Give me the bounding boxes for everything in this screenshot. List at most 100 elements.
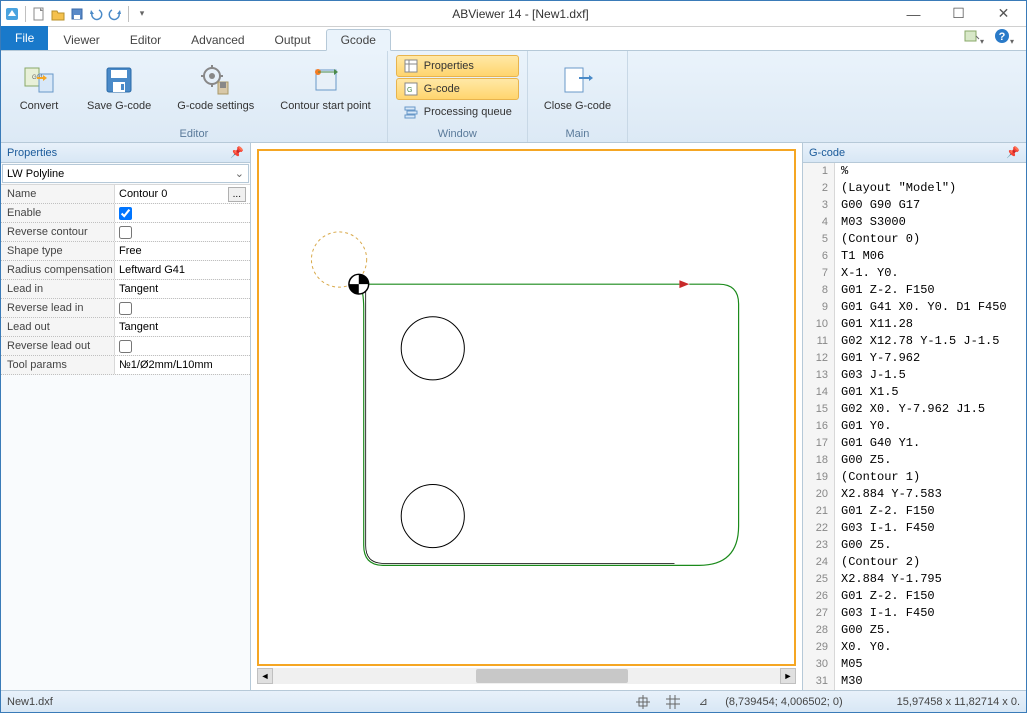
close-gcode-button[interactable]: Close G-code xyxy=(536,60,619,116)
property-value[interactable] xyxy=(115,204,250,222)
canvas[interactable] xyxy=(257,149,796,666)
property-checkbox[interactable] xyxy=(119,226,132,239)
scroll-left-button[interactable]: ◄ xyxy=(257,668,273,684)
help-icon[interactable]: ?▾ xyxy=(994,28,1014,47)
gcode-line-number: 1 xyxy=(803,163,835,180)
gcode-line-text: G01 G40 Y1. xyxy=(835,435,920,452)
pin-icon[interactable]: 📌 xyxy=(230,146,244,159)
gcode-line[interactable]: 24(Contour 2) xyxy=(803,554,1026,571)
tab-viewer[interactable]: Viewer xyxy=(48,28,114,50)
gcode-line[interactable]: 7X-1. Y0. xyxy=(803,265,1026,282)
new-icon[interactable] xyxy=(31,6,47,22)
property-input[interactable] xyxy=(119,188,228,200)
gcode-line[interactable]: 6T1 M06 xyxy=(803,248,1026,265)
property-label: Reverse lead out xyxy=(1,337,115,355)
pin-icon[interactable]: 📌 xyxy=(1006,146,1020,159)
gcode-line[interactable]: 22G03 I-1. F450 xyxy=(803,520,1026,537)
gcode-panel-header: G-code 📌 xyxy=(803,143,1026,163)
property-browse-button[interactable]: ... xyxy=(228,187,246,202)
gcode-line-text: T1 M06 xyxy=(835,248,884,265)
tab-gcode[interactable]: Gcode xyxy=(326,29,391,51)
gcode-line-text: G01 G41 X0. Y0. D1 F450 xyxy=(835,299,1007,316)
minimize-button[interactable]: — xyxy=(891,1,936,27)
ortho-icon[interactable]: ⊿ xyxy=(695,694,711,710)
property-value[interactable]: Tangent xyxy=(115,280,250,298)
property-value[interactable]: №1/Ø2mm/L10mm xyxy=(115,356,250,374)
property-value[interactable]: Leftward G41 xyxy=(115,261,250,279)
gcode-line[interactable]: 26G01 Z-2. F150 xyxy=(803,588,1026,605)
gcode-line[interactable]: 29X0. Y0. xyxy=(803,639,1026,656)
gcode-line[interactable]: 31M30 xyxy=(803,673,1026,690)
gcode-line[interactable]: 12G01 Y-7.962 xyxy=(803,350,1026,367)
property-checkbox[interactable] xyxy=(119,340,132,353)
gcode-line[interactable]: 18G00 Z5. xyxy=(803,452,1026,469)
gcode-line[interactable]: 13G03 J-1.5 xyxy=(803,367,1026,384)
gcode-line[interactable]: 11G02 X12.78 Y-1.5 J-1.5 xyxy=(803,333,1026,350)
gcode-toggle-button[interactable]: G G-code xyxy=(396,78,519,100)
gcode-listing[interactable]: 1%2(Layout "Model")3G00 G90 G174M03 S300… xyxy=(803,163,1026,690)
gcode-line-number: 27 xyxy=(803,605,835,622)
scroll-right-button[interactable]: ► xyxy=(780,668,796,684)
file-tab[interactable]: File xyxy=(1,26,48,50)
save-icon[interactable] xyxy=(69,6,85,22)
object-type-select[interactable]: LW Polyline xyxy=(2,164,249,183)
gcode-line-text: G01 Y0. xyxy=(835,418,891,435)
gcode-line[interactable]: 21G01 Z-2. F150 xyxy=(803,503,1026,520)
maximize-button[interactable]: ☐ xyxy=(936,1,981,27)
gcode-line[interactable]: 1% xyxy=(803,163,1026,180)
save-gcode-button[interactable]: Save G-code xyxy=(79,60,159,116)
tab-advanced[interactable]: Advanced xyxy=(176,28,259,50)
scroll-thumb[interactable] xyxy=(476,669,628,683)
title-bar: ▾ ABViewer 14 - [New1.dxf] — ☐ ✕ xyxy=(1,1,1026,27)
style-icon[interactable]: ▾ xyxy=(964,28,984,47)
undo-icon[interactable] xyxy=(88,6,104,22)
property-value[interactable] xyxy=(115,299,250,317)
snap-icon[interactable] xyxy=(635,694,651,710)
tab-editor[interactable]: Editor xyxy=(115,28,176,50)
property-value[interactable]: ... xyxy=(115,185,250,203)
gcode-line[interactable]: 15G02 X0. Y-7.962 J1.5 xyxy=(803,401,1026,418)
gcode-line[interactable]: 19(Contour 1) xyxy=(803,469,1026,486)
convert-button[interactable]: G01 Convert xyxy=(9,60,69,116)
gcode-line[interactable]: 14G01 X1.5 xyxy=(803,384,1026,401)
gcode-line[interactable]: 5(Contour 0) xyxy=(803,231,1026,248)
property-value[interactable]: Free xyxy=(115,242,250,260)
gcode-line[interactable]: 17G01 G40 Y1. xyxy=(803,435,1026,452)
gcode-line[interactable]: 30M05 xyxy=(803,656,1026,673)
gcode-line[interactable]: 8G01 Z-2. F150 xyxy=(803,282,1026,299)
gcode-line[interactable]: 23G00 Z5. xyxy=(803,537,1026,554)
gcode-line[interactable]: 2(Layout "Model") xyxy=(803,180,1026,197)
open-icon[interactable] xyxy=(50,6,66,22)
gcode-line[interactable]: 3G00 G90 G17 xyxy=(803,197,1026,214)
gcode-line[interactable]: 9G01 G41 X0. Y0. D1 F450 xyxy=(803,299,1026,316)
property-value[interactable] xyxy=(115,223,250,241)
gcode-line-number: 2 xyxy=(803,180,835,197)
property-label: Enable xyxy=(1,204,115,222)
quick-access-dropdown-icon[interactable]: ▾ xyxy=(134,6,150,22)
contour-start-point-button[interactable]: Contour start point xyxy=(272,60,379,116)
gcode-line-number: 31 xyxy=(803,673,835,690)
app-icon[interactable] xyxy=(4,6,20,22)
property-value[interactable] xyxy=(115,337,250,355)
gcode-line[interactable]: 28G00 Z5. xyxy=(803,622,1026,639)
gcode-line[interactable]: 10G01 X11.28 xyxy=(803,316,1026,333)
property-checkbox[interactable] xyxy=(119,302,132,315)
tab-output[interactable]: Output xyxy=(260,28,326,50)
close-button[interactable]: ✕ xyxy=(981,1,1026,27)
property-value[interactable]: Tangent xyxy=(115,318,250,336)
gcode-line-text: G03 I-1. F450 xyxy=(835,520,935,537)
gcode-line[interactable]: 4M03 S3000 xyxy=(803,214,1026,231)
properties-toggle-button[interactable]: Properties xyxy=(396,55,519,77)
gcode-line[interactable]: 25X2.884 Y-1.795 xyxy=(803,571,1026,588)
gcode-settings-button[interactable]: G-code settings xyxy=(169,60,262,116)
gcode-line[interactable]: 20X2.884 Y-7.583 xyxy=(803,486,1026,503)
grid-icon[interactable] xyxy=(665,694,681,710)
property-row: Lead outTangent xyxy=(1,318,250,337)
processing-queue-button[interactable]: Processing queue xyxy=(396,101,519,123)
horizontal-scrollbar[interactable]: ◄ ► xyxy=(257,668,796,684)
gcode-line[interactable]: 27G03 I-1. F450 xyxy=(803,605,1026,622)
gcode-line[interactable]: 16G01 Y0. xyxy=(803,418,1026,435)
property-checkbox[interactable] xyxy=(119,207,132,220)
redo-icon[interactable] xyxy=(107,6,123,22)
window-title: ABViewer 14 - [New1.dxf] xyxy=(150,7,891,21)
